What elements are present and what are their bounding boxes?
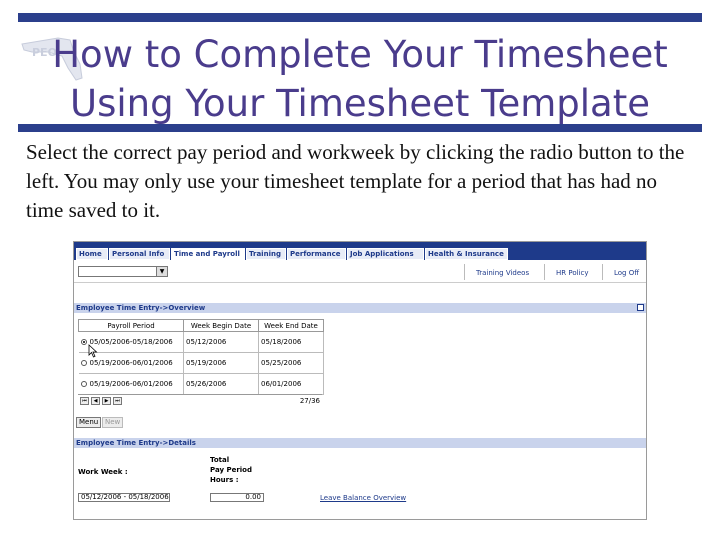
title-divider [18,124,702,132]
column-header: Week Begin Date [183,319,259,332]
title-line-1: How to Complete Your Timesheet [52,33,668,76]
title-line-2: Using Your Timesheet Template [70,82,650,125]
period-radio[interactable] [80,339,87,345]
page-count: 27/36 [299,397,320,405]
table-header-row: Payroll Period Week Begin Date Week End … [78,319,324,332]
previous-page-icon[interactable]: ◀ [91,397,100,405]
period-value: 05/05/2006-05/18/2006 [89,338,173,346]
end-date-cell: 05/18/2006 [258,331,324,353]
training-videos-link[interactable]: Training Videos [476,269,529,277]
table-pager: ⏮ ◀ ▶ ⏭ 27/36 [78,394,322,407]
table-row[interactable]: 05/19/2006-06/01/2006 05/26/2006 06/01/2… [78,373,324,395]
chevron-down-icon: ▼ [156,267,167,276]
begin-date-cell: 05/19/2006 [183,352,259,374]
first-page-icon[interactable]: ⏮ [80,397,89,405]
divider [602,264,603,280]
timesheet-screenshot: Home Personal Info Time and Payroll Trai… [73,241,647,520]
total-label: Total [210,456,230,464]
log-off-link[interactable]: Log Off [614,269,639,277]
table-row[interactable]: 05/19/2006-06/01/2006 05/19/2006 05/25/2… [78,352,324,374]
menu-button[interactable]: Menu [76,417,102,428]
details-section-title: Employee Time Entry->Details [76,439,196,447]
next-page-icon[interactable]: ▶ [102,397,111,405]
end-date-cell: 06/01/2006 [258,373,324,395]
tab-training[interactable]: Training [246,248,286,260]
overview-section-title: Employee Time Entry->Overview [76,304,206,312]
column-header: Payroll Period [78,319,184,332]
tab-time-and-payroll[interactable]: Time and Payroll [171,248,245,260]
tab-job-applications[interactable]: Job Applications [347,248,424,260]
instruction-text: Select the correct pay period and workwe… [26,140,685,222]
pay-period-label: Pay Period [210,466,252,474]
work-week-field[interactable]: 05/12/2006 - 05/18/2006 [78,493,170,502]
overview-section-header: Employee Time Entry->Overview [74,303,646,313]
column-header: Week End Date [258,319,324,332]
tab-personal-info[interactable]: Personal Info [109,248,170,260]
period-value: 05/19/2006-06/01/2006 [89,380,173,388]
period-radio[interactable] [80,381,87,387]
begin-date-cell: 05/26/2006 [183,373,259,395]
begin-date-cell: 05/12/2006 [183,331,259,353]
divider [464,264,465,280]
main-nav-bar: Home Personal Info Time and Payroll Trai… [74,242,646,260]
slide-title: How to Complete Your Timesheet Using You… [40,30,680,128]
toolbar-row: ▼ Training Videos HR Policy Log Off [74,260,646,283]
mouse-pointer-icon [88,344,98,358]
period-radio[interactable] [80,360,87,366]
last-page-icon[interactable]: ⏭ [113,397,122,405]
tab-performance[interactable]: Performance [287,248,346,260]
navigation-select[interactable]: ▼ [78,266,168,277]
work-week-label: Work Week : [78,468,128,476]
period-value: 05/19/2006-06/01/2006 [89,359,173,367]
table-row[interactable]: 05/05/2006-05/18/2006 05/12/2006 05/18/2… [78,331,324,353]
details-section-header: Employee Time Entry->Details [74,438,646,448]
pay-period-table: Payroll Period Week Begin Date Week End … [78,319,324,395]
tab-health-insurance[interactable]: Health & Insurance [425,248,508,260]
top-accent-bar [18,13,702,22]
divider [544,264,545,280]
new-button[interactable]: New [102,417,124,428]
expand-icon[interactable] [637,304,644,311]
hours-label: Hours : [210,476,239,484]
tab-home[interactable]: Home [76,248,108,260]
end-date-cell: 05/25/2006 [258,352,324,374]
hours-field[interactable]: 0.00 [210,493,264,502]
leave-balance-link[interactable]: Leave Balance Overview [320,494,406,502]
period-cell[interactable]: 05/19/2006-06/01/2006 [78,373,184,395]
hr-policy-link[interactable]: HR Policy [556,269,589,277]
